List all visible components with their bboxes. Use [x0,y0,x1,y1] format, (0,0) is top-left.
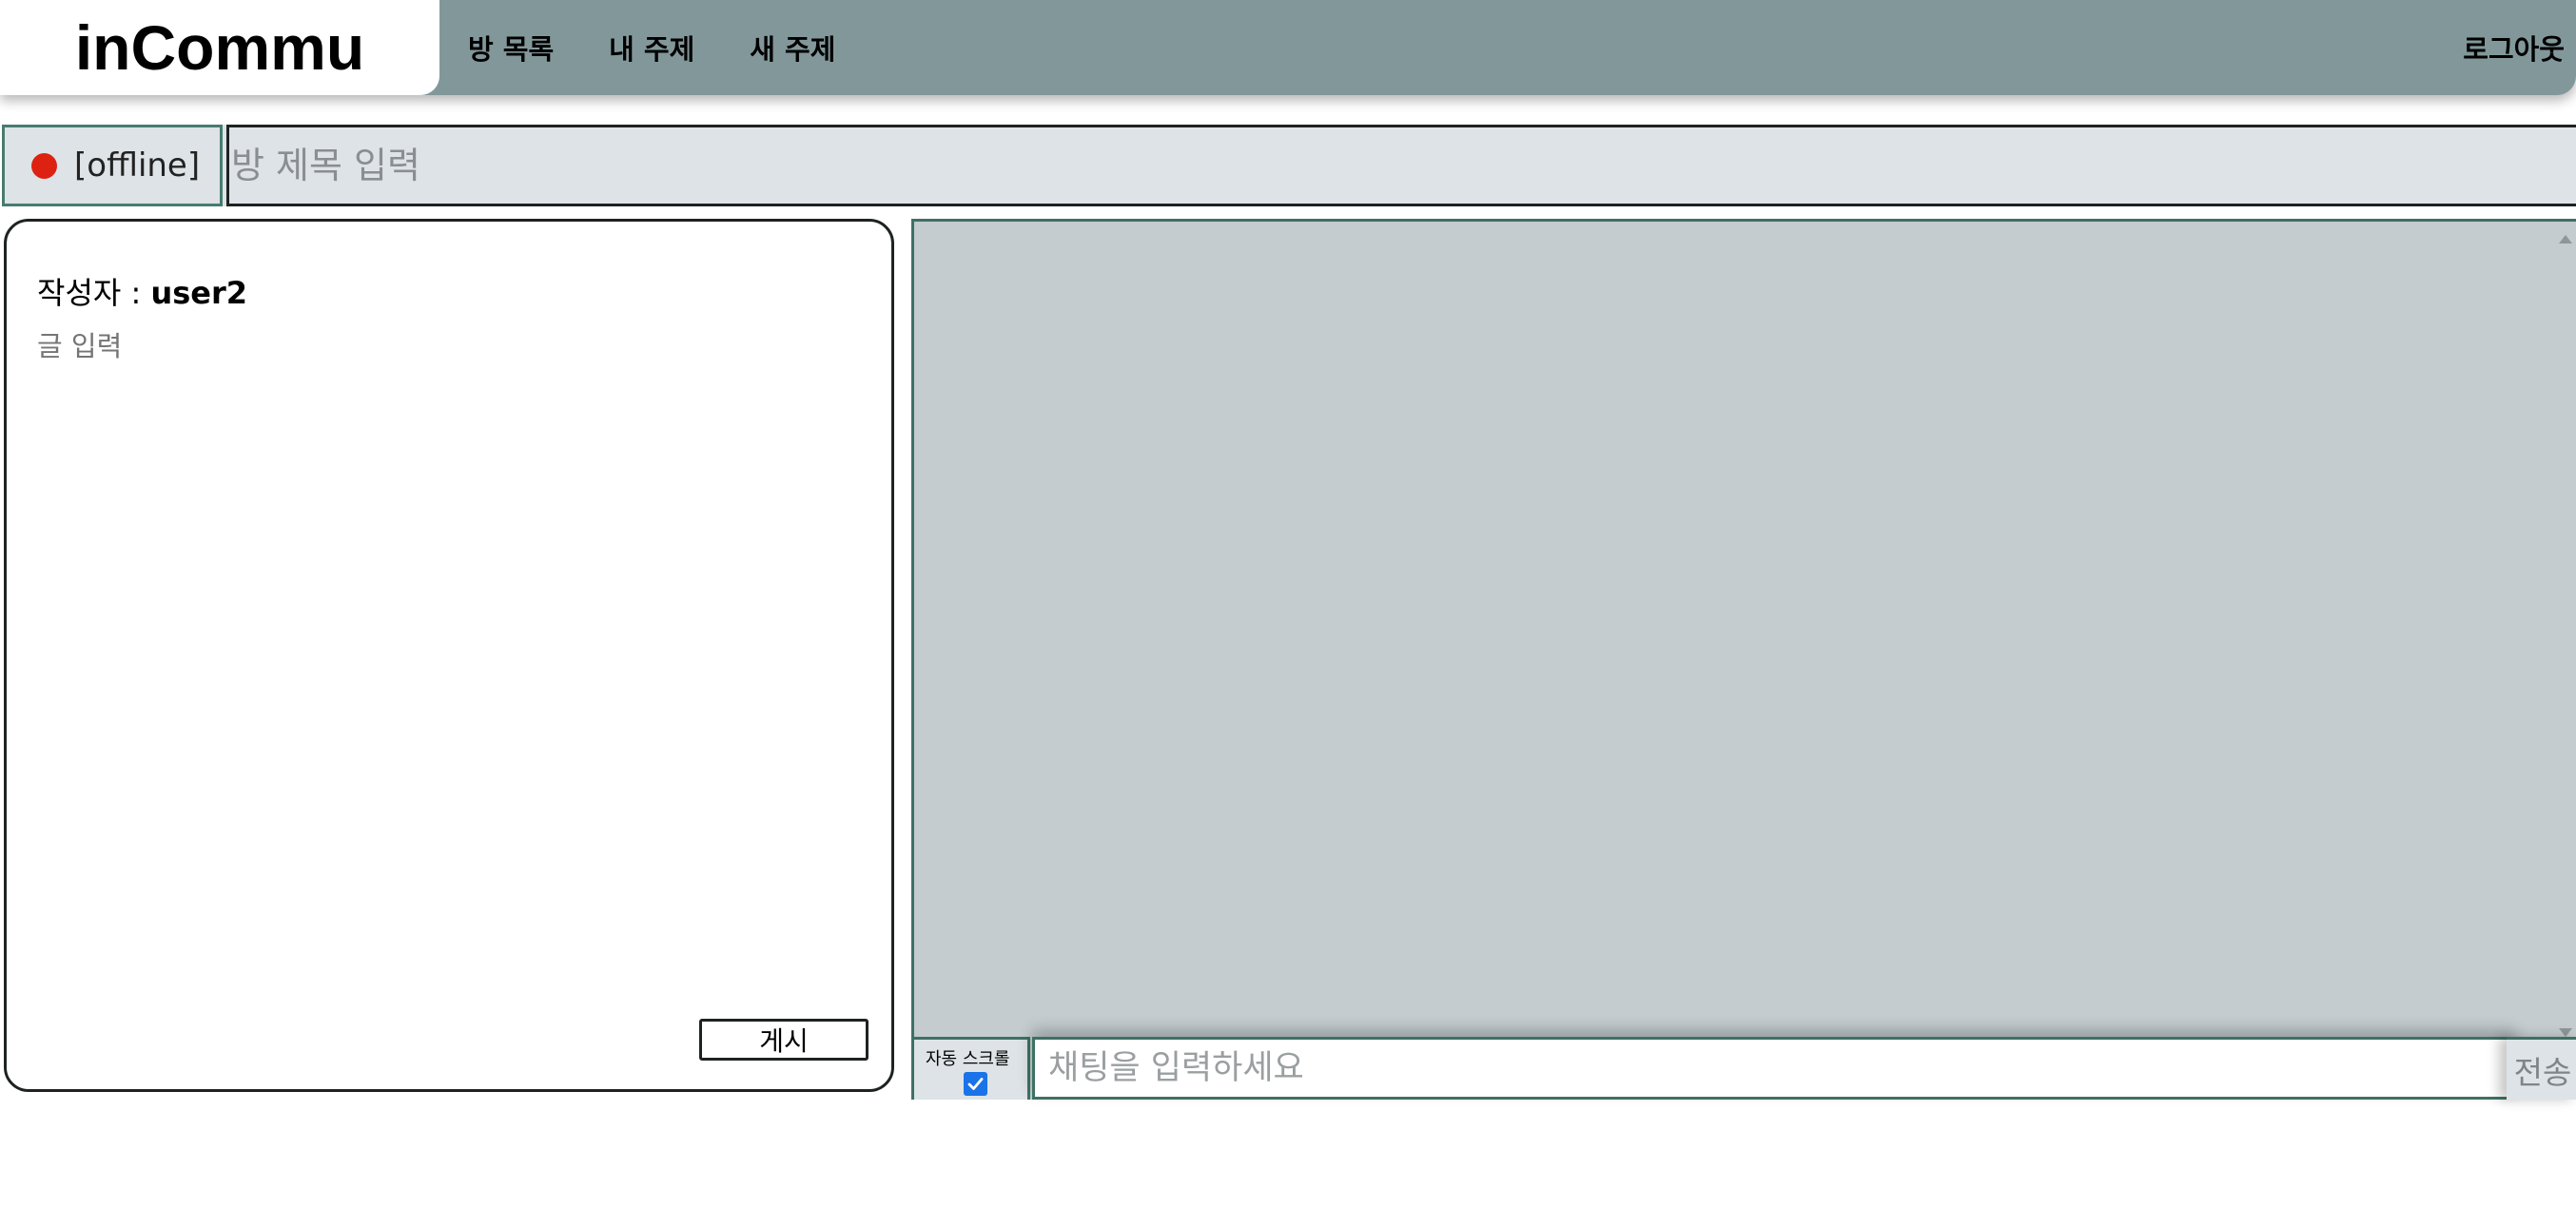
chat-message-input[interactable] [1032,1037,2516,1100]
logout-button[interactable]: 로그아웃 [2463,0,2565,95]
connection-status: [offline] [2,125,223,206]
chat-input-row: 자동 스크롤 전송 [914,1037,2576,1100]
chat-send-button[interactable]: 전송 [2507,1037,2576,1100]
post-text-input[interactable] [37,324,855,1228]
scroll-up-arrow-icon[interactable] [2559,235,2572,244]
nav-room-list[interactable]: 방 목록 [468,28,554,68]
status-text: [offline] [74,146,201,185]
author-label: 작성자 : [37,275,151,311]
room-bar: [offline] [2,125,2576,206]
room-title-input[interactable] [226,125,2576,206]
nav-new-topic[interactable]: 새 주제 [750,28,835,68]
autoscroll-toggle[interactable]: 자동 스크롤 [914,1037,1030,1100]
autoscroll-checkbox[interactable] [964,1072,987,1096]
top-header: inCommu 방 목록 내 주제 새 주제 로그아웃 [0,0,2576,95]
chat-message-list[interactable] [914,222,2555,1037]
main-nav: 방 목록 내 주제 새 주제 [468,0,890,95]
status-dot-icon [31,152,57,179]
chat-scrollbar[interactable] [2555,222,2576,1041]
chat-panel: 자동 스크롤 전송 [911,219,2576,1100]
app-logo[interactable]: inCommu [75,11,364,84]
author-line: 작성자 : user2 [37,269,247,313]
scroll-down-arrow-icon[interactable] [2559,1028,2572,1037]
autoscroll-label: 자동 스크롤 [926,1049,1010,1069]
post-submit-button[interactable]: 게시 [699,1019,868,1061]
checkmark-icon [967,1078,984,1090]
nav-my-topics[interactable]: 내 주제 [609,28,694,68]
post-panel: 작성자 : user2 게시 [4,219,894,1228]
author-name: user2 [150,275,248,311]
logo-container[interactable]: inCommu [0,0,439,95]
